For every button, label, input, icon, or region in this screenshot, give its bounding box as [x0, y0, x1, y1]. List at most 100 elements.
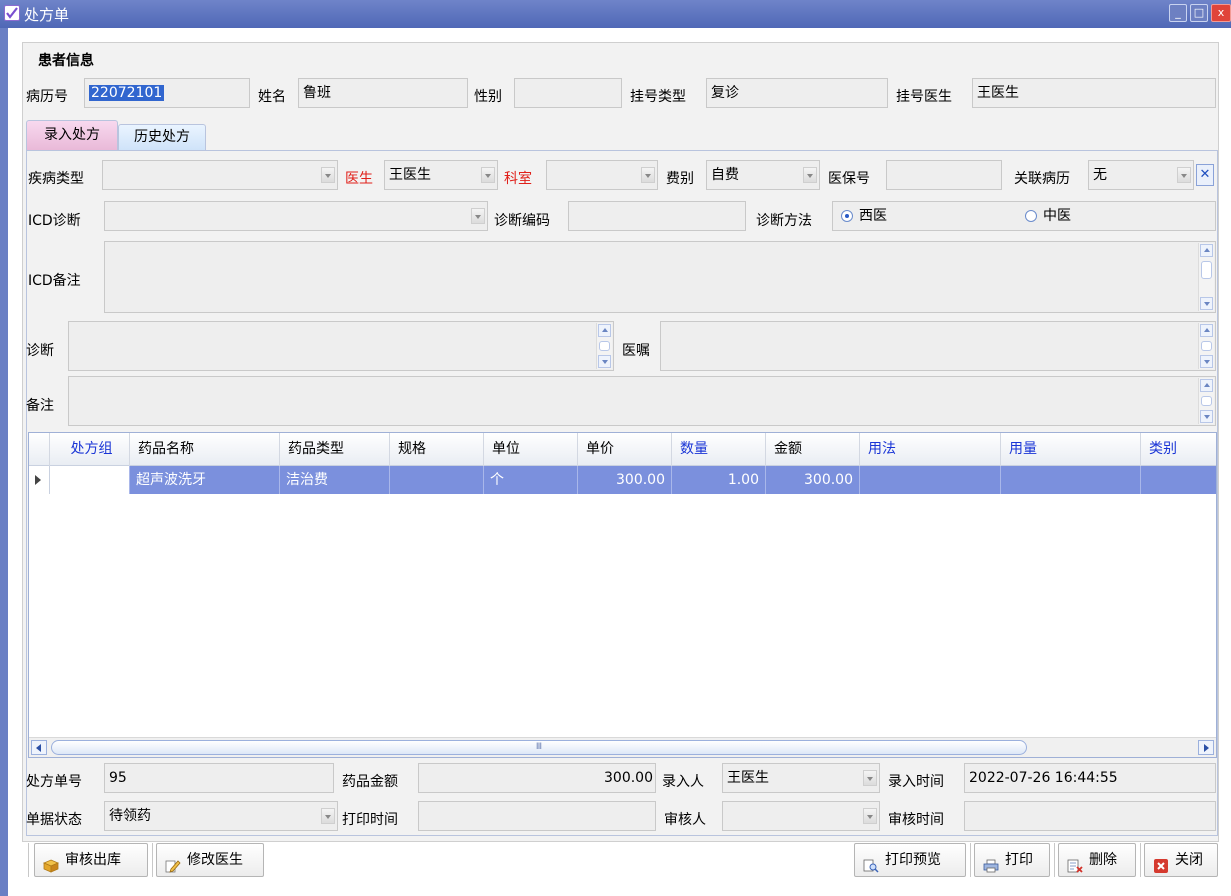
- diagnosis-textarea[interactable]: [68, 321, 614, 371]
- col-drug-type[interactable]: 药品类型: [280, 433, 390, 466]
- col-qty[interactable]: 数量: [672, 433, 766, 466]
- chevron-down-icon[interactable]: [803, 167, 817, 183]
- col-group[interactable]: 处方组: [50, 433, 130, 466]
- fee-select[interactable]: 自费: [706, 160, 820, 190]
- doctor-select[interactable]: 王医生: [384, 160, 498, 190]
- tab-history-prescription[interactable]: 历史处方: [118, 124, 206, 150]
- icd-note-textarea[interactable]: [104, 241, 1216, 313]
- col-usage[interactable]: 用法: [860, 433, 1001, 466]
- related-record-select[interactable]: 无: [1088, 160, 1194, 190]
- checkbox-app-icon: [4, 5, 20, 21]
- scroll-left-icon[interactable]: [31, 740, 47, 755]
- close-window-button[interactable]: x: [1211, 4, 1231, 22]
- radio-chinese-icon[interactable]: [1025, 210, 1037, 222]
- col-unit[interactable]: 单位: [484, 433, 578, 466]
- cell-drug-type[interactable]: 洁治费: [280, 466, 390, 494]
- review-time-field[interactable]: [964, 801, 1216, 831]
- insurance-field[interactable]: [886, 160, 1002, 190]
- icd-diagnosis-select[interactable]: [104, 201, 488, 231]
- chevron-down-icon[interactable]: [321, 167, 335, 183]
- col-spec[interactable]: 规格: [390, 433, 484, 466]
- radio-chinese-label[interactable]: 中医: [1043, 208, 1071, 224]
- order-no-field[interactable]: 95: [104, 763, 334, 793]
- table-row[interactable]: 超声波洗牙 洁治费 个 300.00 1.00 300.00: [29, 466, 1216, 494]
- cell-category[interactable]: [1141, 466, 1216, 494]
- scroll-right-icon[interactable]: [1198, 740, 1214, 755]
- entry-time-field[interactable]: 2022-07-26 16:44:55: [964, 763, 1216, 793]
- scroll-down-icon[interactable]: [1200, 410, 1213, 423]
- chevron-down-icon[interactable]: [1177, 167, 1191, 183]
- radio-western-icon[interactable]: [841, 210, 853, 222]
- scroll-up-icon[interactable]: [1200, 379, 1213, 392]
- col-drug-name[interactable]: 药品名称: [130, 433, 280, 466]
- scrollbar[interactable]: [1198, 323, 1214, 369]
- col-price[interactable]: 单价: [578, 433, 672, 466]
- scroll-thumb[interactable]: [1201, 341, 1212, 351]
- change-doctor-button[interactable]: 修改医生: [156, 843, 264, 877]
- scroll-thumb[interactable]: Ⅲ: [51, 740, 1027, 755]
- reg-type-field[interactable]: 复诊: [706, 78, 888, 108]
- cell-qty[interactable]: 1.00: [672, 466, 766, 494]
- status-select[interactable]: 待领药: [104, 801, 338, 831]
- related-record-label: 关联病历: [1014, 171, 1070, 187]
- toolbar-separator: [152, 843, 153, 877]
- scrollbar[interactable]: [1198, 378, 1214, 424]
- chevron-down-icon[interactable]: [471, 208, 485, 224]
- delete-button[interactable]: 删除: [1058, 843, 1136, 877]
- col-category[interactable]: 类别: [1141, 433, 1216, 466]
- scroll-up-icon[interactable]: [1200, 324, 1213, 337]
- cell-drug-name[interactable]: 超声波洗牙: [130, 466, 280, 494]
- print-preview-button[interactable]: 打印预览: [854, 843, 966, 877]
- cell-group[interactable]: [50, 466, 130, 494]
- col-amount[interactable]: 金额: [766, 433, 860, 466]
- scroll-down-icon[interactable]: [598, 355, 611, 368]
- chevron-down-icon[interactable]: [863, 808, 877, 824]
- reviewer-select[interactable]: [722, 801, 880, 831]
- print-button[interactable]: 打印: [974, 843, 1050, 877]
- close-button[interactable]: 关闭: [1144, 843, 1218, 877]
- audit-outbound-button[interactable]: 审核出库: [34, 843, 148, 877]
- scrollbar[interactable]: [1198, 243, 1214, 311]
- scroll-down-icon[interactable]: [1200, 297, 1213, 310]
- name-field[interactable]: 鲁班: [298, 78, 468, 108]
- reg-doctor-field[interactable]: 王医生: [972, 78, 1216, 108]
- chevron-down-icon[interactable]: [481, 167, 495, 183]
- cell-dosage[interactable]: [1001, 466, 1141, 494]
- advice-textarea[interactable]: [660, 321, 1216, 371]
- entry-user-select[interactable]: 王医生: [722, 763, 880, 793]
- print-label: 打印: [1005, 852, 1033, 868]
- chevron-down-icon[interactable]: [321, 808, 335, 824]
- record-no-field[interactable]: 22072101: [84, 78, 250, 108]
- cell-unit[interactable]: 个: [484, 466, 578, 494]
- scroll-up-icon[interactable]: [598, 324, 611, 337]
- diag-code-field[interactable]: [568, 201, 746, 231]
- cell-amount[interactable]: 300.00: [766, 466, 860, 494]
- chevron-down-icon[interactable]: [641, 167, 655, 183]
- cell-spec[interactable]: [390, 466, 484, 494]
- dept-select[interactable]: [546, 160, 658, 190]
- cell-price[interactable]: 300.00: [578, 466, 672, 494]
- cell-usage[interactable]: [860, 466, 1001, 494]
- scrollbar[interactable]: [596, 323, 612, 369]
- clear-related-button[interactable]: ✕: [1196, 164, 1214, 186]
- disease-type-select[interactable]: [102, 160, 338, 190]
- chevron-down-icon[interactable]: [863, 770, 877, 786]
- scroll-down-icon[interactable]: [1200, 355, 1213, 368]
- remark-textarea[interactable]: [68, 376, 1216, 426]
- maximize-button[interactable]: □: [1190, 4, 1208, 22]
- printer-icon: [983, 853, 999, 873]
- radio-western-label[interactable]: 西医: [859, 208, 887, 224]
- scroll-thumb[interactable]: [1201, 396, 1212, 406]
- col-dosage[interactable]: 用量: [1001, 433, 1141, 466]
- scroll-up-icon[interactable]: [1200, 244, 1213, 257]
- drug-amount-field[interactable]: 300.00: [418, 763, 656, 793]
- tab-entry-prescription[interactable]: 录入处方: [26, 120, 118, 150]
- scroll-thumb[interactable]: [1201, 261, 1212, 279]
- prescription-grid[interactable]: 处方组 药品名称 药品类型 规格 单位 单价 数量 金额 用法 用量 类别 超声…: [28, 432, 1217, 758]
- minimize-button[interactable]: _: [1169, 4, 1187, 22]
- drug-amount-label: 药品金额: [342, 774, 398, 790]
- print-time-field[interactable]: [418, 801, 656, 831]
- scroll-thumb[interactable]: [599, 341, 610, 351]
- horizontal-scrollbar[interactable]: Ⅲ: [29, 737, 1216, 757]
- sex-field[interactable]: [514, 78, 622, 108]
